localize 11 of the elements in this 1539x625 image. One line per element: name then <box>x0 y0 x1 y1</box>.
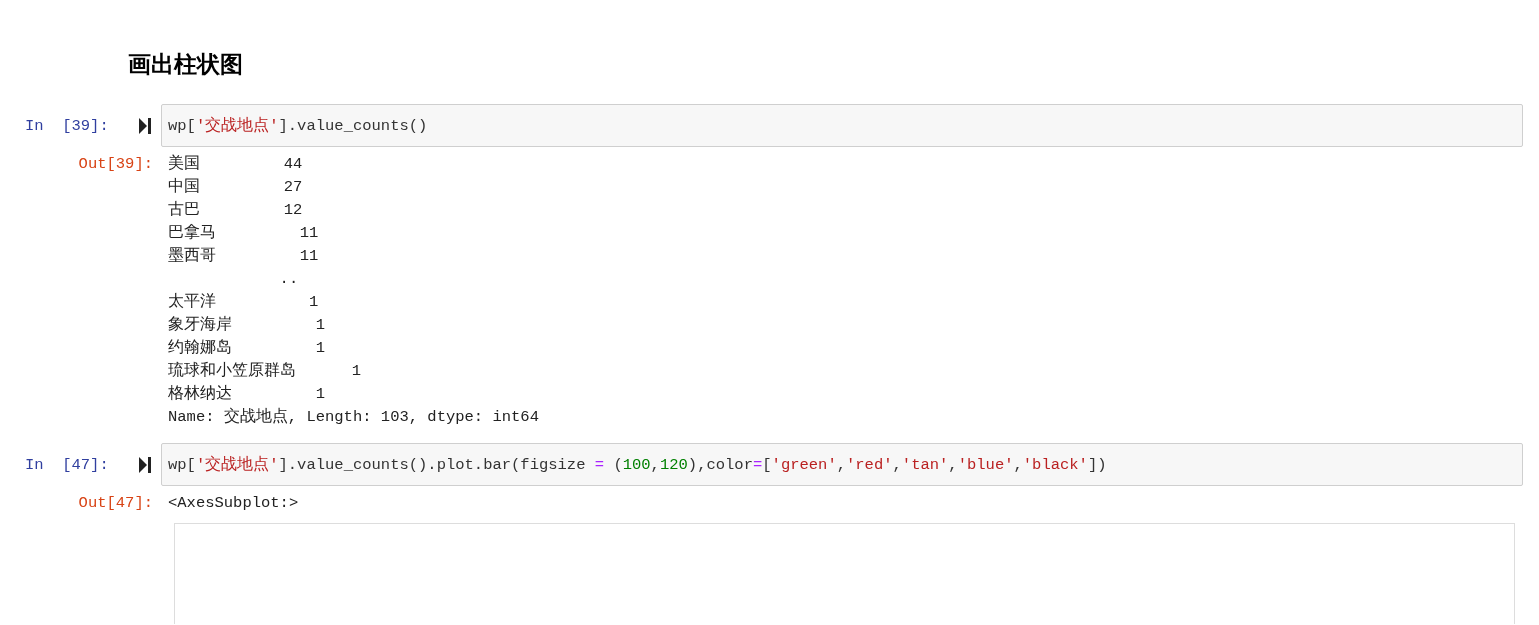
output-text: 美国 44 中国 27 古巴 12 巴拿马 11 墨西哥 11 .. 太平洋 1 象牙海岸 1 约翰娜岛 1 琉球和小笠原群岛 1 格林纳达 1 Name: 交战地点, Length: 103, dtype: int64 <box>168 153 540 428</box>
code-input[interactable]: wp['交战地点'].value_counts().plot.bar(figsize = (100,120),color=['green','red','tan','blue','black']) <box>161 443 1523 486</box>
output-prompt: Out[47]: <box>77 493 154 514</box>
output-text: <AxesSubplot:> <box>168 493 300 514</box>
run-icon[interactable] <box>139 456 151 473</box>
input-prompt: In [47]: <box>24 455 110 474</box>
section-heading: 画出柱状图 <box>128 50 244 79</box>
run-icon[interactable] <box>139 117 151 134</box>
code-input[interactable]: wp['交战地点'].value_counts() <box>161 104 1523 147</box>
input-prompt: In [39]: <box>24 116 110 135</box>
output-prompt: Out[39]: <box>77 154 154 175</box>
